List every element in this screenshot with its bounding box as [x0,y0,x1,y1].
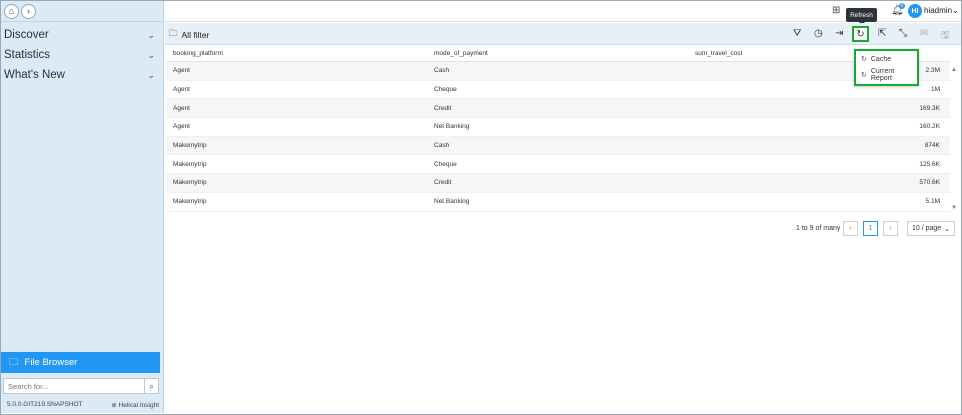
sidebar-menu: Discover ⌄ Statistics ⌄ What's New ⌄ [1,22,163,85]
table-cell: Cash [434,142,450,150]
clock-icon[interactable]: ◷ [814,28,823,39]
next-page-button[interactable]: › [883,221,898,236]
layout-icon[interactable]: ⊞ [832,5,840,16]
sidebar-top: ⌂ › [1,1,163,22]
column-header[interactable]: mode_of_payment [427,50,688,57]
chevron-down-icon: ⌄ [147,29,155,40]
table-cell: Net Banking [434,198,470,206]
page-button[interactable]: 1 [863,221,878,236]
table-cell: 160.2K [919,123,940,131]
report-table: booking_platform mode_of_payment sum_tra… [166,45,950,212]
avatar[interactable]: HI [908,4,922,18]
page-size-select[interactable]: 10 / page ⌄ [907,221,955,236]
username-text: hiadmin [924,6,953,15]
table-cell: Agent [173,67,190,75]
table-row[interactable]: Agent Net Banking 160.2K [166,118,950,137]
search-icon[interactable]: ⌕ [145,378,159,394]
top-bar: ⊞ 🔔︎ 0 HI hiadmin⌄ [165,1,961,22]
export-icon[interactable]: ⇥ [835,28,843,39]
refresh-button[interactable]: ↻ [852,26,869,42]
table-cell: Makemytrip [173,179,207,187]
table-row[interactable]: Makemytrip Credit 570.6K [166,174,950,193]
version-text: 5.0.0.GIT219.SNAPSHOT [7,401,83,408]
notification-badge: 0 [899,3,905,9]
table-row[interactable]: Makemytrip Cheque 125.6K [166,155,950,175]
table-cell: Agent [173,86,190,94]
table-header: booking_platform mode_of_payment sum_tra… [166,45,950,62]
refresh-dropdown: ↻ Cache ↻ Current Report [854,49,919,86]
column-header[interactable]: booking_platform [166,50,427,57]
search-input[interactable] [3,378,145,394]
chevron-down-icon: ⌄ [944,225,950,233]
table-cell: Cash [434,67,450,75]
table-cell: Makemytrip [173,160,207,168]
menu-item-label: Current Report [870,68,895,82]
sidebar-item-label: What's New [4,69,65,81]
sidebar-item-statistics[interactable]: Statistics ⌄ [1,45,163,65]
fullscreen-icon[interactable]: ⤡ [899,28,907,39]
report-toolbar: 🗀 All filter ⛛ ◷ ⇥ ↻ ⇱ ⤡ ✉ 🖫 [165,23,961,45]
file-browser-button[interactable]: 🗀 File Browser [1,352,160,373]
table-cell: Makemytrip [173,198,207,206]
page-size-value: 10 / page [912,225,942,232]
table-row[interactable]: Agent Cash 2.3M [166,62,950,81]
chevron-down-icon: ⌄ [147,49,155,60]
refresh-tooltip: Refresh [846,8,877,25]
folder-icon: 🗀 [169,28,178,38]
table-cell: Cheque [434,160,457,168]
save-icon[interactable]: 🖫 [941,28,950,45]
filter-toggle[interactable]: 🗀 All filter [169,28,209,42]
sidebar-search: ⌕ [3,378,159,394]
table-row[interactable]: Makemytrip Cash 874K [166,136,950,156]
refresh-cache-item[interactable]: ↻ Cache [856,51,917,67]
chevron-down-icon: ⌄ [952,6,959,15]
refresh-current-report-item[interactable]: ↻ Current Report [856,67,917,83]
prev-page-button[interactable]: ‹ [843,221,858,236]
mail-icon[interactable]: ✉ [920,28,928,39]
scroll-up-icon[interactable]: ▲ [951,67,957,73]
username-menu[interactable]: hiadmin⌄ [924,6,959,15]
table-cell: Cheque [434,86,457,94]
table-cell: 5.1M [925,198,940,206]
home-icon[interactable]: ⌂ [4,3,19,19]
table-cell: 874K [924,142,940,150]
table-cell: 169.3K [919,104,940,112]
table-row[interactable]: Agent Credit 169.3K [166,99,950,119]
sidebar-item-label: Statistics [4,49,51,61]
table-cell: Credit [434,104,452,112]
filter-icon[interactable]: ⛛ [793,28,801,39]
filter-label: All filter [181,30,210,40]
table-cell: Net Banking [434,123,470,131]
open-external-icon[interactable]: ⇱ [878,28,886,39]
table-row[interactable]: Makemytrip Net Banking 5.1M [166,193,950,212]
table-cell: Agent [173,104,190,112]
scroll-down-icon[interactable]: ▼ [951,205,957,211]
table-cell: Makemytrip [173,142,207,150]
file-browser-label: File Browser [24,357,78,368]
chevron-down-icon: ⌄ [147,69,155,80]
folder-icon: 🗀 [9,356,19,368]
table-cell: 1M [930,86,940,94]
refresh-icon: ↻ [856,28,865,40]
table-cell: Credit [434,179,452,187]
brand-logo: ⊚ Helical Insight [111,402,159,409]
menu-item-label: Cache [870,55,892,63]
table-body: Agent Cash 2.3M Agent Cheque 1M Agent Credit 169… [166,62,950,212]
table-cell: 570.6K [919,179,940,187]
sidebar-item-discover[interactable]: Discover ⌄ [1,25,163,45]
refresh-icon: ↻ [861,56,867,63]
sidebar-footer: 5.0.0.GIT219.SNAPSHOT ⊚ Helical Insight [7,401,159,409]
sidebar: ⌂ › Discover ⌄ Statistics ⌄ What's New ⌄… [1,1,164,413]
sidebar-item-label: Discover [4,29,49,41]
chevron-right-icon[interactable]: › [21,3,36,19]
brand-text: Helical Insight [118,402,159,409]
table-cell: 125.6K [919,160,940,168]
sidebar-item-whats-new[interactable]: What's New ⌄ [1,65,163,85]
table-cell: Agent [173,123,190,131]
table-row[interactable]: Agent Cheque 1M [166,81,950,100]
refresh-icon: ↻ [861,72,867,79]
table-scrollbar[interactable]: ▲ ▼ [950,45,959,215]
pagination-summary: 1 to 9 of many [796,225,841,232]
